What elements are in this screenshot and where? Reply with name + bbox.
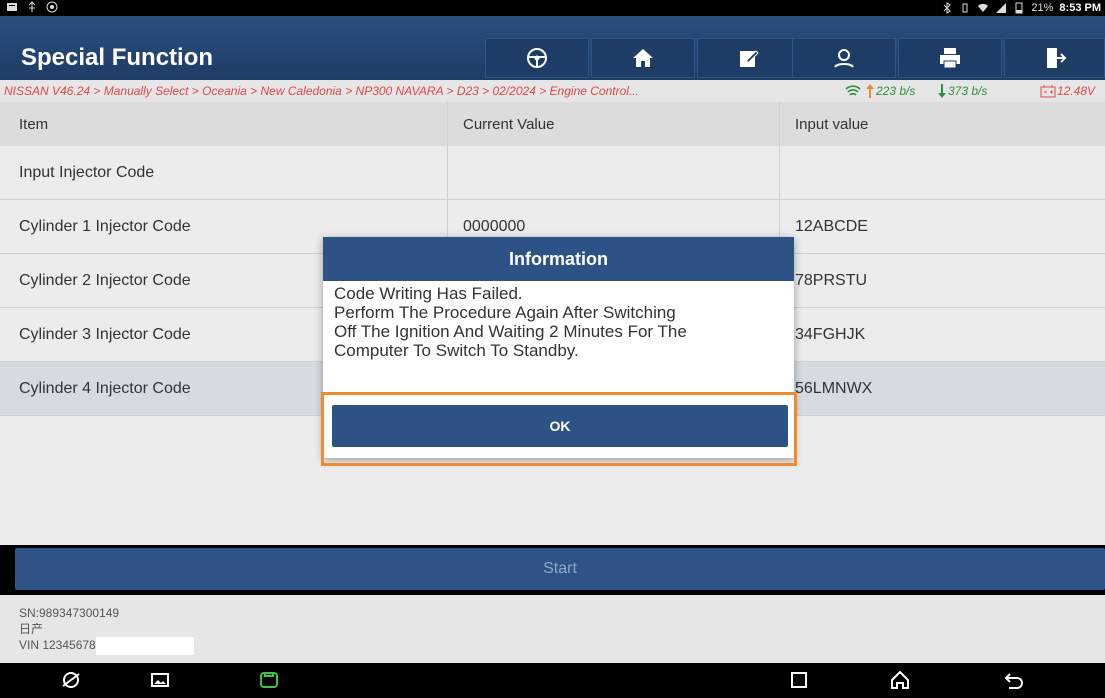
dialog-overlay: Information Code Writing Has Failed. Per… (0, 0, 1105, 698)
dialog-message-line: Off The Ignition And Waiting 2 Minutes F… (334, 322, 687, 341)
dialog-title: Information (323, 237, 794, 281)
dialog-message-line: Perform The Procedure Again After Switch… (334, 303, 676, 322)
dialog-message: Code Writing Has Failed. Perform The Pro… (323, 281, 794, 360)
dialog-message-line: Code Writing Has Failed. (334, 284, 523, 303)
ok-button[interactable]: OK (332, 405, 788, 447)
dialog-message-line: Computer To Switch To Standby. (334, 341, 579, 360)
